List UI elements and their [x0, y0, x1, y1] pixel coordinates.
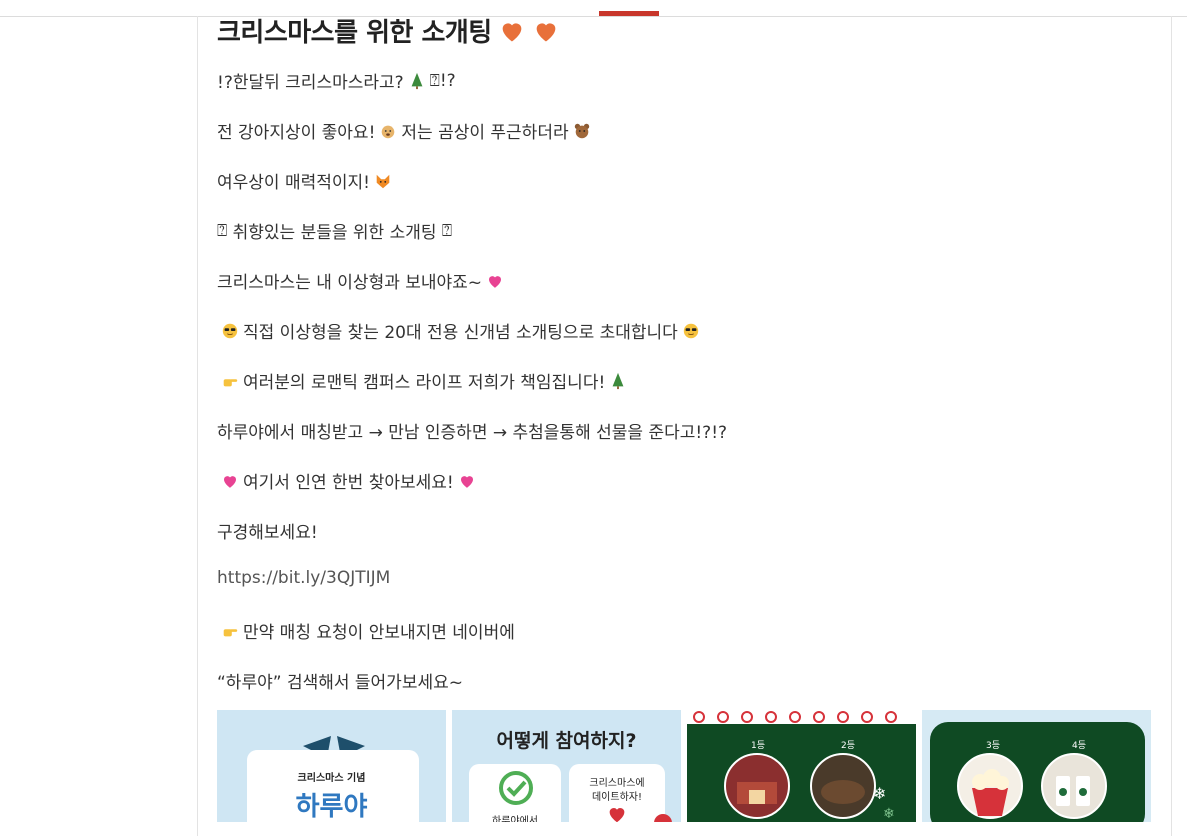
prize-photo [810, 753, 876, 819]
pointing-hand-icon [223, 378, 238, 386]
image-thumbnail-2[interactable]: 어떻게 참여하지? 하루야에서 크리스마스에 데이트하자! [452, 710, 681, 822]
thumb-step-left-text: 하루야에서 [492, 816, 538, 822]
coffee-photo [1041, 753, 1107, 819]
badge-dot [654, 814, 672, 822]
snowflake-icon: ❄ [397, 762, 416, 787]
paragraph-line: 전 강아지상이 좋아요! 저는 곰상이 푸근하더라 [217, 118, 595, 143]
tree-icon [411, 72, 423, 89]
check-icon [499, 771, 533, 805]
paragraph-line: 크리스마스는 내 이상형과 보내야죠~ [217, 268, 508, 293]
image-thumbnail-4[interactable]: 3등 4등 [922, 710, 1151, 822]
bitly-link[interactable]: https://bit.ly/3QJTIJM [217, 568, 390, 588]
rank-label: 2등 [841, 741, 856, 751]
paragraph-line: 만약 매칭 요청이 안보내지면 네이버에 [217, 618, 515, 643]
prize-photo [724, 753, 790, 819]
post-title: 크리스마스를 위한 소개팅 [217, 12, 560, 49]
thumb-heading: 어떻게 참여하지? [496, 730, 637, 752]
sparkle-heart-icon [460, 475, 473, 488]
sparkle-heart-icon [489, 275, 502, 288]
paragraph-line: 구경해보세요! [217, 523, 318, 543]
paragraph-line: 여러분의 로맨틱 캠퍼스 라이프 저희가 책임집니다! [217, 368, 631, 393]
snowflake-icon: ❄ [259, 766, 273, 785]
bear-icon [574, 123, 589, 138]
snowflake-icon: ❄ [873, 784, 887, 803]
paragraph-line: 하루야에서 매칭받고 → 만남 인증하면 → 추첨을통해 선물을 준다고!?!? [217, 423, 728, 443]
sparkle-heart-icon [224, 475, 236, 488]
paragraph-line: !?한달뒤 크리스마스라고? ⍰!? [217, 70, 456, 94]
paragraph-line: 여우상이 매력적이지! [217, 168, 396, 193]
tree-icon [612, 372, 624, 389]
heart-icon [502, 22, 522, 41]
rank-label: 3등 [986, 741, 1001, 751]
sunglasses-icon [683, 323, 699, 338]
heart-icon [609, 808, 625, 822]
paragraph-line: ⍰ 취향있는 분들을 위한 소개팅 ⍰ [217, 220, 453, 244]
sunglasses-icon [222, 323, 238, 338]
pointing-hand-icon [223, 628, 238, 636]
rank-label: 1등 [751, 741, 766, 751]
image-thumbnail-3[interactable]: 1등 2등 ❄ ❄ [687, 710, 916, 822]
thumb-step-right-text: 데이트하자! [591, 792, 642, 803]
paragraph-line: 여기서 인연 한번 찾아보세요! [217, 468, 480, 493]
popcorn-photo [957, 753, 1023, 819]
fox-icon [376, 174, 390, 188]
paragraph-line: “하루야” 검색해서 들어가보세요~ [217, 673, 463, 693]
thumb-brand: 하루야 [295, 792, 368, 822]
heart-icon [536, 22, 556, 41]
rank-label: 4등 [1072, 741, 1087, 751]
image-thumbnail-1[interactable]: 크리스마스 기념 하루야 ❄ ❄ [217, 710, 446, 822]
thumb-step-right-text: 크리스마스에 [589, 778, 645, 789]
garland-decoration [687, 710, 916, 724]
dog-icon [382, 125, 395, 138]
paragraph-line: 직접 이상형을 찾는 20대 전용 신개념 소개팅으로 초대합니다 [217, 318, 704, 343]
snowflake-icon: ❄ [883, 806, 895, 822]
